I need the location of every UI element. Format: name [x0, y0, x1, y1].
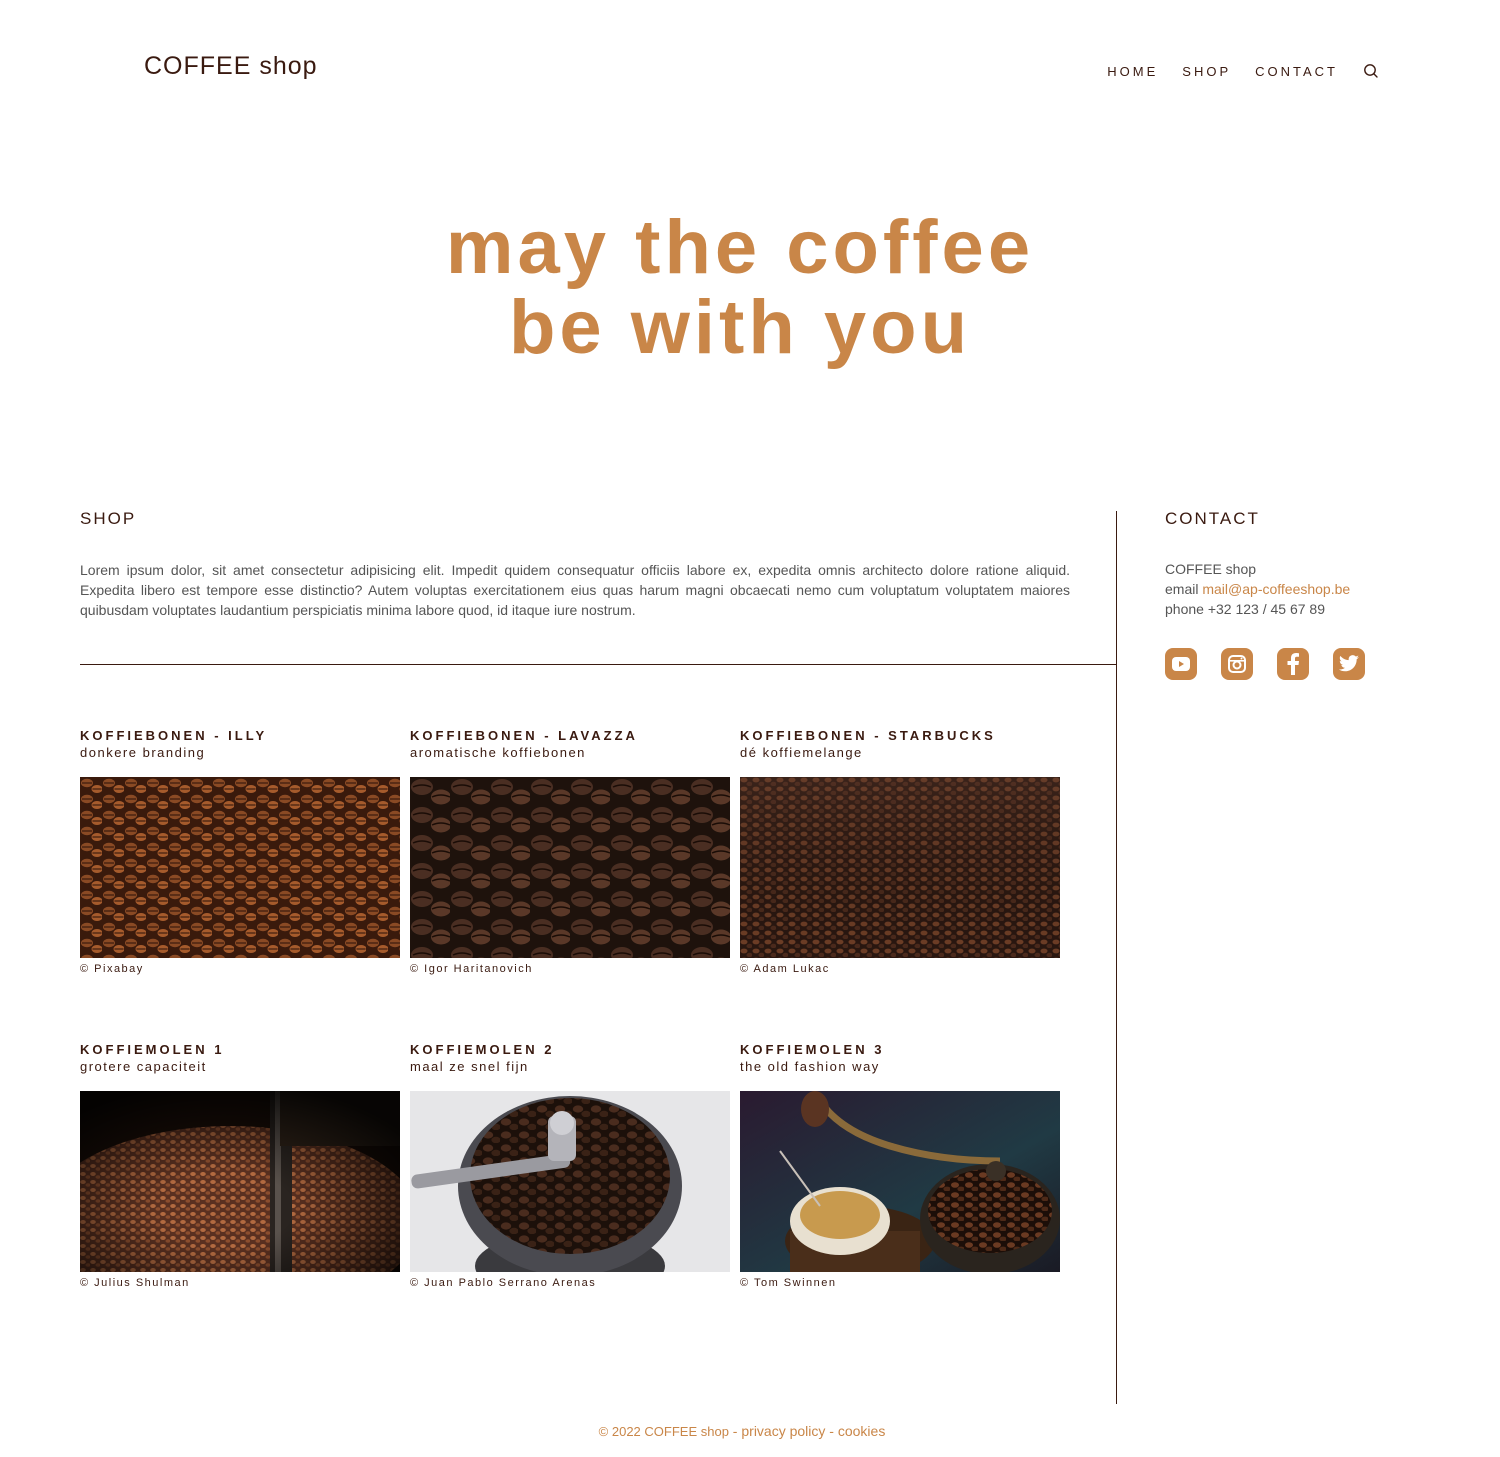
- product-card[interactable]: KOFFIEMOLEN 2 maal ze snel fijn © Juan P…: [410, 1042, 730, 1289]
- section-divider: [80, 664, 1116, 665]
- product-title: KOFFIEMOLEN 2: [410, 1042, 555, 1057]
- email-link[interactable]: mail@ap-coffeeshop.be: [1202, 581, 1350, 597]
- photo-credit: © Tom Swinnen: [740, 1277, 837, 1289]
- email-label: email: [1165, 581, 1203, 597]
- shop-heading: SHOP: [80, 509, 137, 528]
- privacy-policy-link[interactable]: privacy policy: [741, 1423, 825, 1439]
- site-logo[interactable]: COFFEE shop: [144, 52, 318, 81]
- hero-line-1: may the coffee: [445, 205, 1035, 290]
- product-subtitle: maal ze snel fijn: [410, 1059, 529, 1074]
- product-image[interactable]: [410, 1091, 730, 1272]
- product-title: KOFFIEBONEN - LAVAZZA: [410, 728, 638, 743]
- product-card[interactable]: KOFFIEBONEN - LAVAZZA aromatische koffie…: [410, 728, 730, 975]
- twitter-icon[interactable]: [1333, 648, 1365, 680]
- facebook-icon[interactable]: [1277, 648, 1309, 680]
- photo-credit: © Julius Shulman: [80, 1277, 190, 1289]
- nav-home[interactable]: HOME: [1107, 64, 1158, 79]
- product-image[interactable]: [740, 777, 1060, 958]
- product-card[interactable]: KOFFIEMOLEN 1 grotere capaciteit © Juliu…: [80, 1042, 400, 1289]
- product-card[interactable]: KOFFIEMOLEN 3 the old fashion way © Tom …: [740, 1042, 1060, 1289]
- hero-tagline: may the coffee be with you: [0, 208, 1480, 368]
- product-title: KOFFIEBONEN - ILLY: [80, 728, 268, 743]
- photo-credit: © Igor Haritanovich: [410, 963, 533, 975]
- nav-shop[interactable]: SHOP: [1182, 64, 1231, 79]
- shop-description: Lorem ipsum dolor, sit amet consectetur …: [80, 562, 1070, 618]
- product-subtitle: grotere capaciteit: [80, 1059, 207, 1074]
- nav-contact[interactable]: CONTACT: [1255, 64, 1338, 79]
- product-subtitle: dé koffiemelange: [740, 745, 863, 760]
- contact-email-line: email mail@ap-coffeeshop.be: [1165, 579, 1350, 599]
- product-subtitle: aromatische koffiebonen: [410, 745, 586, 760]
- footer-separator: -: [825, 1423, 838, 1439]
- cookies-link[interactable]: cookies: [838, 1423, 885, 1439]
- hero-line-2: be with you: [509, 285, 971, 370]
- contact-heading: CONTACT: [1165, 509, 1260, 528]
- instagram-icon[interactable]: [1221, 648, 1253, 680]
- phone-label: phone: [1165, 601, 1208, 617]
- social-links: [1165, 648, 1389, 680]
- product-card[interactable]: KOFFIEBONEN - STARBUCKS dé koffiemelange…: [740, 728, 1060, 975]
- product-image[interactable]: [80, 777, 400, 958]
- copyright-text: © 2022 COFFEE shop: [598, 1424, 729, 1439]
- product-subtitle: the old fashion way: [740, 1059, 880, 1074]
- contact-name: COFFEE shop: [1165, 561, 1257, 577]
- product-image[interactable]: [410, 777, 730, 958]
- product-subtitle: donkere branding: [80, 745, 206, 760]
- contact-phone-line: phone +32 123 / 45 67 89: [1165, 599, 1350, 619]
- main-nav: HOME SHOP CONTACT: [1083, 62, 1380, 80]
- product-title: KOFFIEMOLEN 3: [740, 1042, 885, 1057]
- product-title: KOFFIEBONEN - STARBUCKS: [740, 728, 996, 743]
- product-title: KOFFIEMOLEN 1: [80, 1042, 225, 1057]
- phone-number: +32 123 / 45 67 89: [1207, 601, 1325, 617]
- site-footer: © 2022 COFFEE shop - privacy policy - co…: [0, 1423, 1484, 1439]
- photo-credit: © Juan Pablo Serrano Arenas: [410, 1277, 597, 1289]
- contact-info: COFFEE shop email mail@ap-coffeeshop.be …: [1165, 559, 1350, 619]
- product-image[interactable]: [80, 1091, 400, 1272]
- photo-credit: © Adam Lukac: [740, 963, 830, 975]
- footer-separator: -: [728, 1423, 742, 1439]
- column-divider: [1116, 511, 1117, 1404]
- search-icon[interactable]: [1362, 62, 1380, 80]
- product-card[interactable]: KOFFIEBONEN - ILLY donkere branding © Pi…: [80, 728, 400, 975]
- photo-credit: © Pixabay: [80, 963, 144, 975]
- product-image[interactable]: [740, 1091, 1060, 1272]
- youtube-icon[interactable]: [1165, 648, 1197, 680]
